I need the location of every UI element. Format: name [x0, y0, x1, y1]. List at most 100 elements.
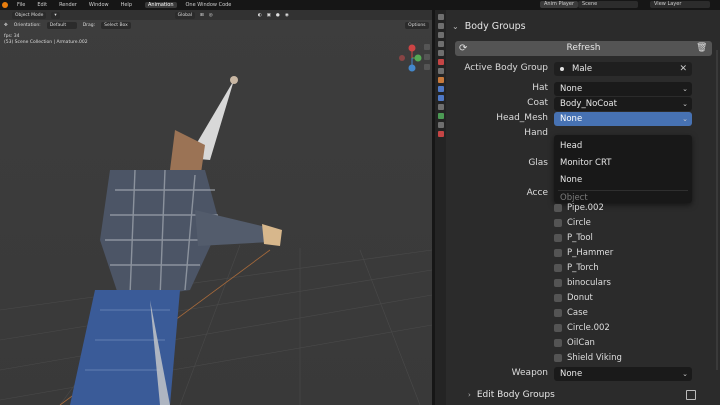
menu-window[interactable]: Window [86, 2, 112, 8]
dropdown-item-none[interactable]: None [560, 175, 582, 185]
checkbox[interactable] [554, 234, 562, 242]
floor-grid [0, 239, 432, 405]
object-tab-icon[interactable] [437, 77, 444, 83]
checkbox[interactable] [554, 354, 562, 362]
accessory-row[interactable]: Circle [554, 218, 591, 228]
modifier-tab-icon[interactable] [437, 86, 444, 92]
accessory-label: OilCan [567, 338, 595, 348]
checkbox[interactable] [554, 309, 562, 317]
options-dropdown[interactable]: Options [405, 21, 429, 29]
weapon-dropdown[interactable]: None ⌄ [554, 367, 692, 381]
tool-tab-icon[interactable] [437, 14, 444, 20]
orientation-dropdown[interactable]: Default [46, 21, 77, 29]
refresh-button[interactable]: ⟳ Refresh [455, 41, 712, 56]
menu-help[interactable]: Help [118, 2, 135, 8]
properties-tabs [435, 10, 446, 405]
blender-logo-icon[interactable] [2, 2, 8, 8]
drag-dropdown[interactable]: Select Box [101, 21, 132, 29]
view-layer-selector[interactable]: View Layer [650, 1, 710, 8]
subpanel-options-icon[interactable] [686, 390, 696, 400]
3d-viewport[interactable]: Object Mode ▾ Global ⊞ ◎ ◐ ▣ ● ◉ ✥ Orien… [0, 10, 432, 405]
accessory-row[interactable]: binoculars [554, 278, 611, 288]
coat-label: Coat [527, 98, 548, 108]
constraints-tab-icon[interactable] [437, 104, 444, 110]
hat-dropdown[interactable]: None ⌄ [554, 82, 692, 96]
accessory-row[interactable]: Case [554, 308, 588, 318]
checkbox[interactable] [554, 219, 562, 227]
trash-icon[interactable]: 🗑 [696, 43, 707, 53]
navigation-gizmo[interactable] [399, 44, 422, 72]
shading-solid-icon[interactable]: ● [276, 13, 280, 18]
active-body-group-field[interactable]: Male ✕ [554, 62, 692, 76]
accessory-label: P_Tool [567, 233, 593, 243]
coat-value: Body_NoCoat [560, 99, 617, 109]
head-mesh-dropdown-menu: Head Monitor CRT None Object [554, 135, 692, 203]
tab-animation[interactable]: Animation [145, 2, 177, 8]
accessory-label: binoculars [567, 278, 611, 288]
glasses-label: Glas [528, 158, 548, 168]
overlay-icon[interactable]: ◐ [258, 13, 262, 18]
transform-orientation[interactable]: Global [174, 11, 195, 19]
view-layer-tab-icon[interactable] [437, 41, 444, 47]
proportional-edit-icon[interactable]: ◎ [209, 13, 213, 18]
checkbox[interactable] [554, 339, 562, 347]
scene-tab-icon[interactable] [437, 50, 444, 56]
output-tab-icon[interactable] [437, 32, 444, 38]
accessory-row[interactable]: Circle.002 [554, 323, 610, 333]
checkbox[interactable] [554, 264, 562, 272]
checkbox[interactable] [554, 249, 562, 257]
weapon-label: Weapon [511, 368, 548, 378]
dropdown-item-monitor-crt[interactable]: Monitor CRT [560, 158, 611, 168]
accessory-row[interactable]: P_Hammer [554, 248, 613, 258]
edit-body-groups-subpanel[interactable]: › Edit Body Groups [468, 390, 555, 400]
edit-body-groups-label: Edit Body Groups [476, 390, 555, 400]
dropdown-item-head[interactable]: Head [560, 141, 582, 151]
world-tab-icon[interactable] [437, 59, 444, 65]
checkbox[interactable] [554, 204, 562, 212]
chevron-down-icon: ⌄ [682, 115, 688, 123]
accessory-row[interactable]: Shield Viking [554, 353, 622, 363]
select-tool-icon[interactable]: ✥ [4, 23, 8, 28]
mode-selector[interactable]: Object Mode [12, 11, 47, 19]
scene-selector[interactable]: Scene [578, 1, 638, 8]
menu-file[interactable]: File [14, 2, 28, 8]
accessory-row[interactable]: P_Tool [554, 233, 593, 243]
dropdown-search-input[interactable]: Object [560, 193, 588, 203]
head-mesh-dropdown[interactable]: None ⌄ [554, 112, 692, 126]
hat-label: Hat [532, 83, 548, 93]
hat-value: None [560, 84, 583, 94]
shading-material-icon[interactable]: ◉ [285, 13, 289, 18]
accessory-row[interactable]: P_Torch [554, 263, 599, 273]
snap-icon[interactable]: ⊞ [200, 13, 204, 18]
panel-title: Body Groups [464, 21, 526, 32]
render-tab-icon[interactable] [437, 23, 444, 29]
panel-header[interactable]: ⌄ Body Groups [452, 21, 526, 32]
viewport-nav-buttons[interactable] [424, 44, 430, 70]
checkbox[interactable] [554, 294, 562, 302]
menu-render[interactable]: Render [56, 2, 80, 8]
accessory-row[interactable]: Donut [554, 293, 593, 303]
physics-tab-icon[interactable] [437, 95, 444, 101]
chevron-right-icon: › [468, 391, 471, 399]
scrollbar[interactable] [716, 50, 718, 370]
checkbox[interactable] [554, 324, 562, 332]
xray-icon[interactable]: ▣ [267, 13, 271, 18]
checkbox[interactable] [554, 279, 562, 287]
accessory-label: Donut [567, 293, 593, 303]
texture-tab-icon[interactable] [437, 131, 444, 137]
menu-edit[interactable]: Edit [34, 2, 50, 8]
refresh-icon: ⟳ [459, 43, 468, 54]
hands-label: Hand [524, 128, 548, 138]
anim-player-button[interactable]: Anim Player [540, 1, 578, 8]
clear-icon[interactable]: ✕ [679, 62, 687, 76]
accessory-label: P_Torch [567, 263, 599, 273]
collection-tab-icon[interactable] [437, 68, 444, 74]
accessory-row[interactable]: Pipe.002 [554, 203, 604, 213]
view-menu[interactable]: ▾ [51, 11, 60, 19]
hand [262, 224, 282, 246]
accessory-row[interactable]: OilCan [554, 338, 595, 348]
data-tab-icon[interactable] [437, 113, 444, 119]
tab-one-window-code[interactable]: One Window Code [183, 2, 235, 8]
bone-tab-icon[interactable] [437, 122, 444, 128]
coat-dropdown[interactable]: Body_NoCoat ⌄ [554, 97, 692, 111]
